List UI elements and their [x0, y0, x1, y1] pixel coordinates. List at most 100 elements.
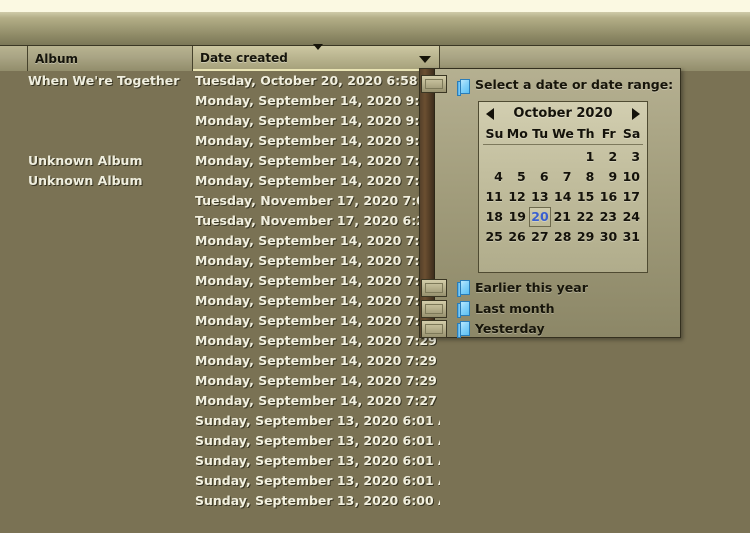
calendar-day-cell[interactable]: 9	[597, 167, 620, 187]
calendar-week: 4 5 6 7 8 9 10	[483, 167, 643, 187]
calendar-day-cell[interactable]: 25	[483, 227, 506, 247]
cell-date-created: Monday, September 14, 2020 7:27 PM	[195, 393, 440, 408]
cell-date-created: Monday, September 14, 2020 9:40 PM	[195, 93, 440, 108]
quick-range-option[interactable]: Yesterday	[420, 319, 682, 339]
calendar-day-cell[interactable]: 15	[574, 187, 597, 207]
calendar-day-cell[interactable]: 30	[597, 227, 620, 247]
scrollbar-knob[interactable]	[421, 320, 447, 338]
calendar-day-cell[interactable]: 27	[529, 227, 552, 247]
book-face	[460, 301, 470, 316]
cell-album: Unknown Album	[28, 173, 143, 188]
cell-date-created: Monday, September 14, 2020 7:30 PM	[195, 313, 440, 328]
calendar-day-header: Mo	[506, 126, 528, 141]
calendar-day-empty	[506, 147, 529, 167]
blue-book-icon	[457, 301, 470, 318]
cell-date-created: Sunday, September 13, 2020 6:01 AM	[195, 413, 440, 428]
calendar-day-empty	[483, 147, 506, 167]
calendar-day-empty	[552, 147, 575, 167]
triangle-left-icon[interactable]	[486, 108, 494, 120]
calendar-day-header: Su	[485, 126, 504, 141]
blue-book-icon	[457, 280, 470, 297]
book-face	[460, 280, 470, 295]
cell-date-created: Monday, September 14, 2020 7:30 PM	[195, 153, 440, 168]
calendar-week: 123	[483, 147, 643, 167]
calendar-day-cell[interactable]: 12	[506, 187, 529, 207]
quick-range-option-label: Earlier this year	[475, 280, 588, 295]
calendar-day-cell[interactable]: 4	[483, 167, 506, 187]
cell-date-created: Monday, September 14, 2020 7:33 PM	[195, 233, 440, 248]
table-row[interactable]: Sunday, September 13, 2020 6:01 AM	[0, 471, 750, 491]
table-row[interactable]: Sunday, September 13, 2020 6:01 AM	[0, 431, 750, 451]
calendar-day-cell[interactable]: 20	[529, 207, 551, 227]
calendar-day-cell[interactable]: 18	[483, 207, 506, 227]
calendar-day-empty	[529, 147, 552, 167]
book-face	[460, 79, 470, 94]
calendar-day-cell[interactable]: 19	[506, 207, 529, 227]
table-row[interactable]: Monday, September 14, 2020 7:29 PM	[0, 371, 750, 391]
calendar-day-cell[interactable]: 10	[620, 167, 643, 187]
cell-date-created: Sunday, September 13, 2020 6:00 AM	[195, 493, 440, 508]
title-bar-strip	[0, 0, 750, 12]
cell-date-created: Monday, September 14, 2020 7:29 PM	[195, 333, 440, 348]
date-filter-dropdown-panel[interactable]: Select a date or date range: October 202…	[419, 68, 681, 338]
cell-date-created: Monday, September 14, 2020 7:32 PM	[195, 293, 440, 308]
quick-range-option-label: Yesterday	[475, 321, 545, 336]
cell-date-created: Monday, September 14, 2020 9:12 PM	[195, 133, 440, 148]
calendar-day-cell[interactable]: 14	[552, 187, 575, 207]
column-header-gutter[interactable]	[0, 46, 28, 71]
calendar-day-cell[interactable]: 3	[620, 147, 643, 167]
calendar-week: 25 26 27 28 29 30 31	[483, 227, 643, 247]
cell-date-created: Tuesday, November 17, 2020 6:27 AM	[195, 213, 440, 228]
table-row[interactable]: Sunday, September 13, 2020 6:00 AM	[0, 491, 750, 511]
calendar-day-cell[interactable]: 8	[574, 167, 597, 187]
calendar-week: 11 12 13 14 15 16 17	[483, 187, 643, 207]
dropdown-title: Select a date or date range:	[475, 77, 674, 92]
cell-date-created: Tuesday, October 20, 2020 6:58 PM	[195, 73, 440, 88]
calendar-day-cell[interactable]: 31	[620, 227, 643, 247]
table-row[interactable]: Monday, September 14, 2020 7:27 PM	[0, 391, 750, 411]
table-row[interactable]: Sunday, September 13, 2020 6:01 AM	[0, 451, 750, 471]
calendar-day-cell[interactable]: 11	[483, 187, 506, 207]
quick-range-option[interactable]: Earlier this year	[420, 278, 682, 298]
column-header-album[interactable]: Album	[28, 46, 193, 71]
calendar-day-cell[interactable]: 22	[574, 207, 597, 227]
scrollbar-knob[interactable]	[421, 300, 447, 318]
table-row[interactable]: Monday, September 14, 2020 7:29 PM	[0, 351, 750, 371]
cell-date-created: Monday, September 14, 2020 7:32 PM	[195, 273, 440, 288]
calendar-grid[interactable]: 1 2 3 4 5 6 7 8 9 10 11 12 13 14 15 16 17 18 19 20 21 22 23 24 2…	[483, 147, 643, 247]
calendar-day-cell[interactable]: 5	[506, 167, 529, 187]
calendar-day-cell[interactable]: 13	[529, 187, 552, 207]
blue-book-icon	[457, 321, 470, 338]
calendar-day-cell[interactable]: 7	[552, 167, 575, 187]
calendar-day-cell[interactable]: 2	[597, 147, 620, 167]
calendar-day-header: Sa	[622, 126, 641, 141]
calendar-day-cell[interactable]: 1	[574, 147, 597, 167]
calendar-day-cell[interactable]: 28	[552, 227, 575, 247]
chevron-down-icon[interactable]	[419, 55, 431, 63]
column-header-album-label: Album	[35, 51, 79, 66]
book-face	[460, 321, 470, 336]
calendar-day-cell[interactable]: 17	[620, 187, 643, 207]
cell-album: Unknown Album	[28, 153, 143, 168]
calendar-day-cell[interactable]: 26	[506, 227, 529, 247]
calendar-day-cell[interactable]: 24	[620, 207, 643, 227]
cell-date-created: Sunday, September 13, 2020 6:01 AM	[195, 453, 440, 468]
cell-date-created: Sunday, September 13, 2020 6:01 AM	[195, 433, 440, 448]
triangle-right-icon[interactable]	[632, 108, 640, 120]
calendar-day-cell[interactable]: 29	[574, 227, 597, 247]
blue-book-icon	[457, 79, 470, 96]
calendar-week: 18 19 20 21 22 23 24	[483, 207, 643, 227]
calendar-header: October 2020	[479, 102, 647, 124]
calendar-day-cell[interactable]: 6	[529, 167, 552, 187]
scrollbar-knob[interactable]	[421, 75, 447, 93]
quick-range-option[interactable]: Last month	[420, 299, 682, 319]
calendar-day-cell[interactable]: 16	[597, 187, 620, 207]
cell-date-created: Monday, September 14, 2020 9:37 PM	[195, 113, 440, 128]
calendar-day-cell[interactable]: 23	[597, 207, 620, 227]
table-row[interactable]: Sunday, September 13, 2020 6:01 AM	[0, 411, 750, 431]
calendar-day-cell[interactable]: 21	[551, 207, 574, 227]
cell-date-created: Sunday, September 13, 2020 6:01 AM	[195, 473, 440, 488]
calendar-widget[interactable]: October 2020 Su Mo Tu We Th Fr Sa 123456…	[478, 101, 648, 273]
scrollbar-knob[interactable]	[421, 279, 447, 297]
column-header-date-label: Date created	[200, 50, 288, 65]
